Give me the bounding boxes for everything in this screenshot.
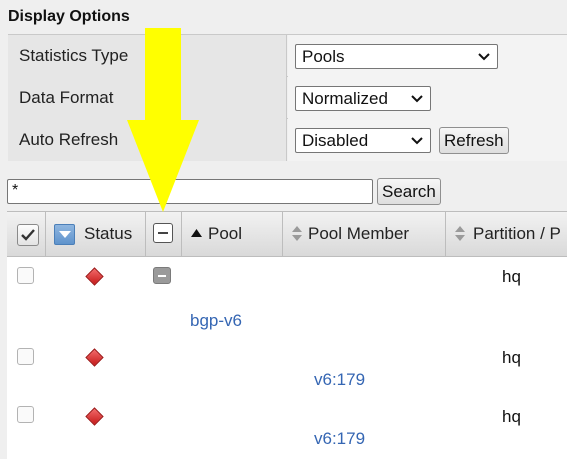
option-row-statistics-type: Statistics Type Pools	[8, 35, 567, 77]
pool-member-link[interactable]: v6:179	[314, 429, 365, 449]
select-value: Normalized	[302, 89, 388, 108]
grid-header: Status Pool Pool Member Partition / P	[7, 211, 567, 257]
collapse-pool-icon[interactable]	[153, 267, 171, 284]
column-label-partition: Partition / P	[473, 224, 561, 243]
sort-both-icon	[292, 226, 302, 241]
chevron-down-icon	[411, 95, 423, 103]
option-value-cell: Pools	[288, 35, 567, 77]
sort-ascending-icon	[191, 229, 202, 237]
option-label: Auto Refresh	[8, 119, 287, 161]
partition-cell: hq	[502, 267, 521, 286]
header-select-all-cell	[7, 212, 46, 256]
auto-refresh-select[interactable]: Disabled	[295, 128, 431, 153]
column-label-pool: Pool	[208, 224, 243, 243]
row-checkbox[interactable]	[17, 406, 34, 423]
status-offline-icon	[85, 348, 104, 367]
select-value: Pools	[302, 47, 345, 66]
chevron-down-icon	[411, 137, 423, 145]
section-title: Display Options	[8, 8, 130, 25]
option-label: Statistics Type	[8, 35, 287, 77]
triangle-down-icon	[59, 231, 71, 238]
display-options-table: Statistics Type Pools Data Format Normal…	[8, 34, 567, 163]
status-filter-dropdown[interactable]	[54, 224, 75, 245]
row-checkbox[interactable]	[17, 348, 34, 365]
refresh-button[interactable]: Refresh	[439, 127, 509, 154]
statistics-grid: Status Pool Pool Member Partition / P hq…	[7, 211, 567, 459]
row-checkbox[interactable]	[17, 267, 34, 284]
statistics-type-select[interactable]: Pools	[295, 44, 498, 69]
column-header-pool[interactable]: Pool	[182, 212, 283, 256]
search-input[interactable]: *	[7, 179, 373, 204]
option-row-data-format: Data Format Normalized	[8, 77, 567, 119]
select-value: Disabled	[302, 131, 369, 150]
chevron-down-icon	[478, 53, 490, 61]
search-button[interactable]: Search	[377, 178, 441, 205]
column-header-partition[interactable]: Partition / P	[446, 212, 567, 256]
option-label: Data Format	[8, 77, 287, 119]
option-value-cell: Disabled Refresh	[288, 119, 567, 161]
page: Display Options Statistics Type Pools Da…	[0, 0, 567, 459]
option-value-cell: Normalized	[288, 77, 567, 119]
column-label-pool-member: Pool Member	[308, 224, 410, 243]
partition-cell: hq	[502, 407, 521, 426]
column-header-type[interactable]	[146, 212, 182, 256]
pool-member-link[interactable]: v6:179	[314, 370, 365, 390]
sort-both-icon	[455, 226, 465, 241]
select-all-checkbox[interactable]	[17, 224, 39, 246]
pool-link[interactable]: bgp-v6	[190, 311, 242, 331]
status-offline-icon	[85, 407, 104, 426]
partition-cell: hq	[502, 348, 521, 367]
column-label-status: Status	[84, 224, 133, 243]
status-offline-icon	[85, 267, 104, 286]
data-format-select[interactable]: Normalized	[295, 86, 431, 111]
option-row-auto-refresh: Auto Refresh Disabled Refresh	[8, 119, 567, 161]
column-header-pool-member[interactable]: Pool Member	[283, 212, 446, 256]
checkmark-icon	[21, 229, 35, 241]
column-header-status[interactable]: Status	[46, 212, 146, 256]
collapse-all-icon[interactable]	[153, 223, 173, 243]
